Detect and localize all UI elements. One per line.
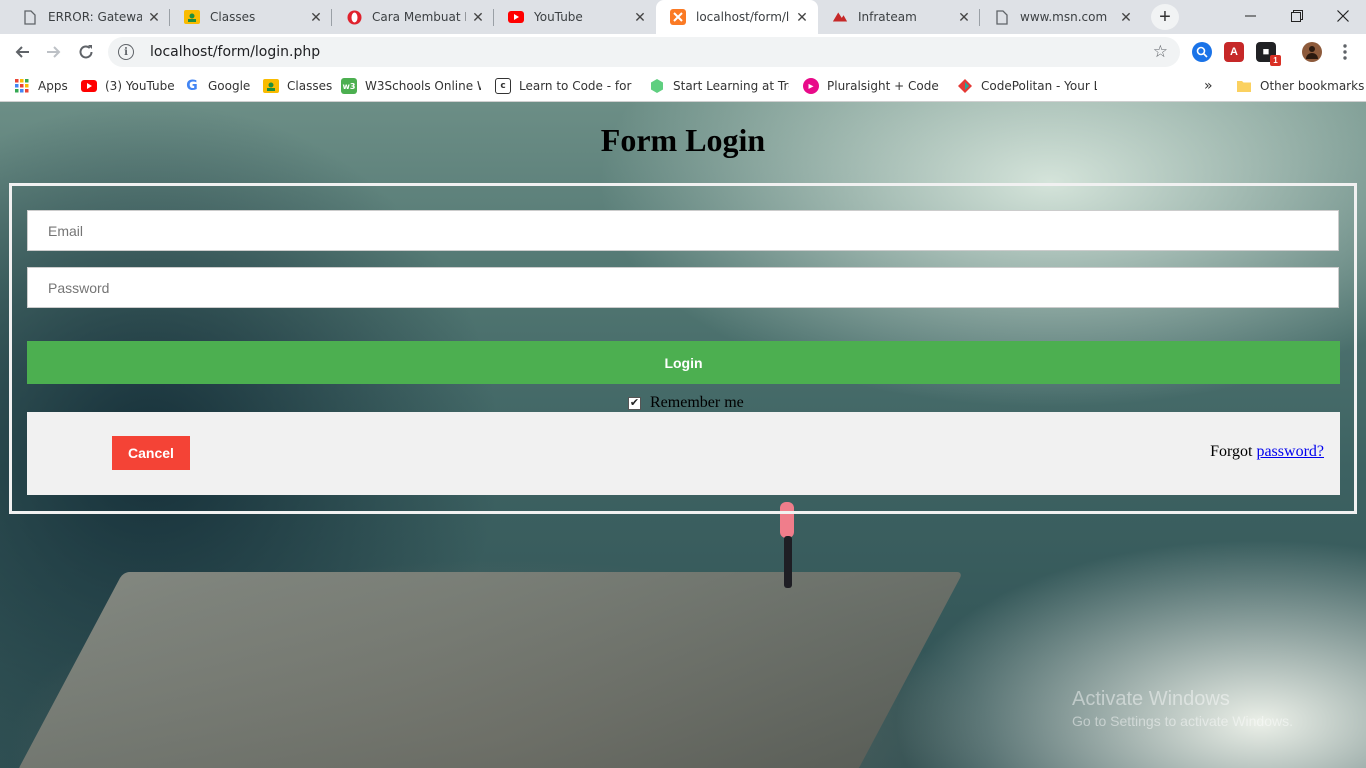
close-icon[interactable]: ✕ [1118, 9, 1134, 25]
background-cliff [16, 572, 964, 768]
page-title: Form Login [600, 122, 766, 158]
remember-label: Remember me [650, 394, 744, 411]
apps-grid-icon [14, 78, 30, 94]
bookmarks-overflow-button[interactable]: » [1204, 77, 1213, 95]
restore-button[interactable] [1274, 0, 1320, 32]
close-icon[interactable]: ✕ [632, 9, 648, 25]
tab-classes[interactable]: Classes ✕ [170, 0, 332, 34]
tab-title: Classes [210, 10, 256, 24]
back-button[interactable] [10, 40, 34, 64]
treehouse-icon [649, 78, 665, 94]
tab-youtube[interactable]: YouTube ✕ [494, 0, 656, 34]
forward-button[interactable] [42, 40, 66, 64]
login-button[interactable]: Login [27, 341, 1340, 384]
classroom-icon [184, 9, 200, 25]
tab-error-gateway[interactable]: ERROR: Gateway Timeout ✕ [8, 0, 170, 34]
new-tab-button[interactable]: + [1151, 4, 1179, 30]
close-window-button[interactable] [1320, 0, 1366, 32]
bookmark-youtube[interactable]: (3) YouTube [81, 77, 175, 95]
url-text: localhost/form/login.php [150, 44, 321, 60]
tab-title: ERROR: Gateway Timeout [48, 10, 142, 24]
folder-icon [1236, 78, 1252, 94]
bookmark-classes[interactable]: Classes [263, 77, 332, 95]
tab-title: localhost/form/login.php [696, 10, 790, 24]
search-extension-icon[interactable] [1192, 42, 1212, 62]
bookmark-learn-to-code[interactable]: c Learn to Code - for Free [495, 77, 635, 95]
close-icon[interactable]: ✕ [794, 9, 810, 25]
bookmark-pluralsight[interactable]: ▸ Pluralsight + Code School [803, 77, 943, 95]
tab-cara-membuat[interactable]: Cara Membuat Form Login ✕ [332, 0, 494, 34]
reload-button[interactable] [74, 40, 98, 64]
close-icon[interactable]: ✕ [956, 9, 972, 25]
password-field[interactable] [27, 267, 1339, 308]
close-icon[interactable]: ✕ [308, 9, 324, 25]
w3schools-icon: w3 [341, 78, 357, 94]
info-icon[interactable]: i [118, 44, 134, 60]
pluralsight-icon: ▸ [803, 78, 819, 94]
login-form: Login ✔ Remember me Cancel Forgot passwo… [9, 183, 1357, 514]
xampp-icon [670, 9, 686, 25]
tab-title: Cara Membuat Form Login [372, 10, 466, 24]
bookmark-treehouse[interactable]: Start Learning at Treehouse [649, 77, 789, 95]
forgot-password-link[interactable]: password? [1256, 443, 1324, 460]
tab-msn[interactable]: www.msn.com ✕ [980, 0, 1142, 34]
document-icon [22, 9, 38, 25]
close-icon[interactable]: ✕ [470, 9, 486, 25]
tab-strip: ERROR: Gateway Timeout ✕ Classes ✕ Cara … [0, 0, 1366, 34]
browser-toolbar: i localhost/form/login.php ☆ A ■ 1 [0, 34, 1366, 70]
bookmarks-bar: Apps (3) YouTube G Google Classes w3 W3S… [0, 70, 1366, 102]
tab-localhost-login[interactable]: localhost/form/login.php ✕ [656, 0, 818, 34]
google-icon: G [186, 78, 198, 94]
codecademy-icon: c [495, 78, 511, 94]
forgot-password: Forgot password? [1210, 443, 1324, 460]
address-bar[interactable]: i localhost/form/login.php ☆ [108, 37, 1180, 67]
extension-icon[interactable]: ■ 1 [1256, 42, 1281, 66]
activate-windows-watermark: Activate Windows Go to Settings to activ… [1072, 688, 1293, 729]
youtube-icon [508, 9, 524, 25]
bookmark-w3schools[interactable]: w3 W3Schools Online Web Tutorials [341, 77, 481, 95]
email-field[interactable] [27, 210, 1339, 251]
opera-icon [346, 9, 362, 25]
tab-infrateam[interactable]: Infrateam ✕ [818, 0, 980, 34]
codepolitan-icon [957, 78, 973, 94]
tab-title: www.msn.com [1020, 10, 1108, 24]
close-icon[interactable]: ✕ [146, 9, 162, 25]
tab-title: Infrateam [858, 10, 917, 24]
youtube-icon [81, 78, 97, 94]
infrateam-icon [832, 9, 848, 25]
pdf-extension-icon[interactable]: A [1224, 42, 1244, 62]
bookmark-google[interactable]: G Google [184, 77, 250, 95]
minimize-button[interactable] [1228, 0, 1274, 32]
cancel-button[interactable]: Cancel [112, 436, 190, 470]
classroom-icon [263, 78, 279, 94]
tab-title: YouTube [534, 10, 583, 24]
bookmark-other-bookmarks[interactable]: Other bookmarks [1236, 77, 1364, 95]
form-footer: Cancel Forgot password? [27, 412, 1340, 495]
remember-me[interactable]: ✔ Remember me [628, 394, 744, 412]
remember-checkbox[interactable]: ✔ [628, 396, 641, 410]
bookmark-apps[interactable]: Apps [14, 77, 68, 95]
menu-icon[interactable] [1333, 40, 1357, 64]
document-icon [994, 9, 1010, 25]
star-icon[interactable]: ☆ [1153, 42, 1168, 62]
profile-avatar[interactable] [1302, 42, 1322, 62]
bookmark-codepolitan[interactable]: CodePolitan - Your Learning [957, 77, 1097, 95]
page-content: Form Login Login ✔ Remember me Cancel Fo… [0, 102, 1366, 768]
